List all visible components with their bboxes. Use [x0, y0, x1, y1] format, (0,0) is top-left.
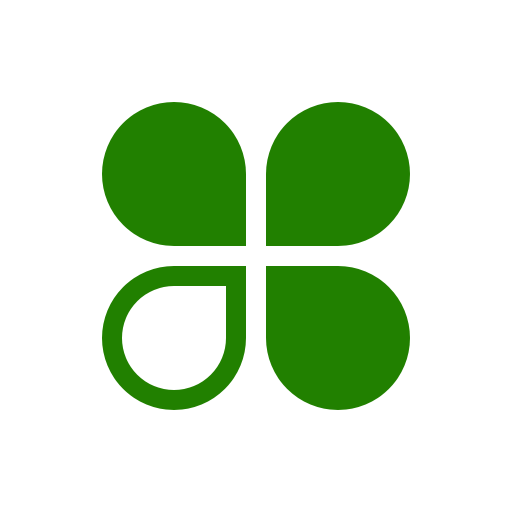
- leaf-bottom-left-outline: [102, 266, 246, 410]
- leaf-bottom-right: [266, 266, 410, 410]
- four-leaf-clover-icon: [102, 102, 410, 410]
- leaf-top-left: [102, 102, 246, 246]
- leaf-top-right: [266, 102, 410, 246]
- app-icon-canvas: [0, 0, 512, 512]
